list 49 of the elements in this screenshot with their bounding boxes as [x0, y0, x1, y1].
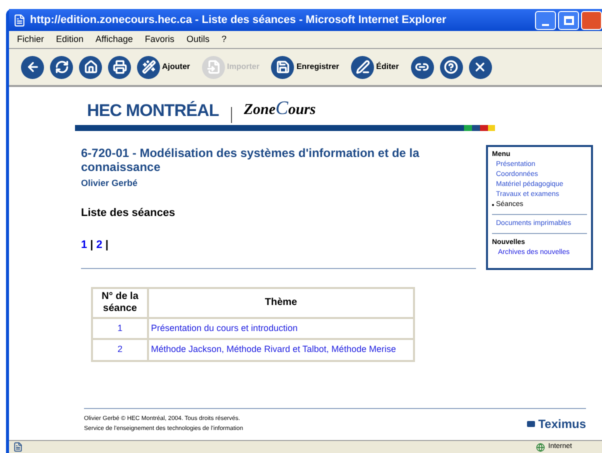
window-title: http://edition.zonecours.hec.ca - Liste des séances - Microsoft Internet Explorer: [30, 12, 446, 28]
back-icon: [26, 60, 40, 74]
save-icon: [276, 60, 290, 74]
toolbar-button[interactable]: [108, 56, 131, 78]
page-separator: |: [105, 238, 108, 253]
hec-logo: HEC MONTRÉAL: [87, 100, 219, 122]
author-name: Olivier Gerbé: [81, 177, 139, 190]
globe-icon: [536, 442, 546, 452]
link-icon: [415, 60, 430, 74]
page-link[interactable]: 2: [96, 237, 102, 254]
menu-item[interactable]: ?: [221, 32, 226, 46]
toolbar-button[interactable]: [468, 56, 492, 78]
printer-icon: [112, 60, 126, 74]
toolbar-button[interactable]: [79, 56, 102, 78]
page-link[interactable]: 1: [81, 237, 88, 254]
maximize-button[interactable]: [558, 10, 579, 30]
page-icon: [13, 442, 23, 452]
column-header: Thème: [148, 288, 414, 318]
pen-icon: [356, 60, 370, 74]
toolbar-button[interactable]: Ajouter: [137, 56, 190, 78]
teximus-logo: Teximus: [538, 416, 586, 433]
section-title: Liste des séances: [81, 206, 176, 220]
menu-item[interactable]: Affichage: [96, 32, 133, 46]
close-button[interactable]: [581, 10, 602, 30]
toolbar-button[interactable]: Éditer: [351, 56, 399, 78]
zonecours-logo: ZoneCours: [244, 96, 316, 120]
page-icon: [13, 14, 26, 26]
toolbar-button[interactable]: [440, 56, 463, 78]
minimize-button[interactable]: [535, 10, 556, 30]
toolbar-button[interactable]: [410, 56, 434, 78]
help-icon: [444, 60, 458, 74]
home-icon: [84, 60, 98, 74]
menu-item[interactable]: Outils: [186, 32, 210, 46]
menu-item[interactable]: Fichier: [17, 32, 44, 46]
teximus-icon: [527, 421, 536, 427]
menu-item[interactable]: Edition: [56, 32, 84, 46]
refresh-icon: [54, 60, 68, 74]
table-cell: 1: [92, 318, 148, 339]
toolbar-button[interactable]: [50, 56, 73, 78]
table-cell: 2: [92, 339, 148, 360]
page-separator: |: [90, 238, 94, 253]
wand-icon: [142, 60, 156, 74]
toolbar-button[interactable]: [21, 56, 44, 78]
menu-item[interactable]: Favoris: [144, 32, 174, 46]
import-icon: [206, 60, 220, 74]
close-icon: [473, 60, 488, 74]
course-title: 6-720-01 - Modélisation des systèmes d'information et de la connaissance: [81, 146, 420, 174]
toolbar-button[interactable]: Enregistrer: [271, 56, 340, 78]
column-header: N° de la séance: [92, 288, 148, 318]
